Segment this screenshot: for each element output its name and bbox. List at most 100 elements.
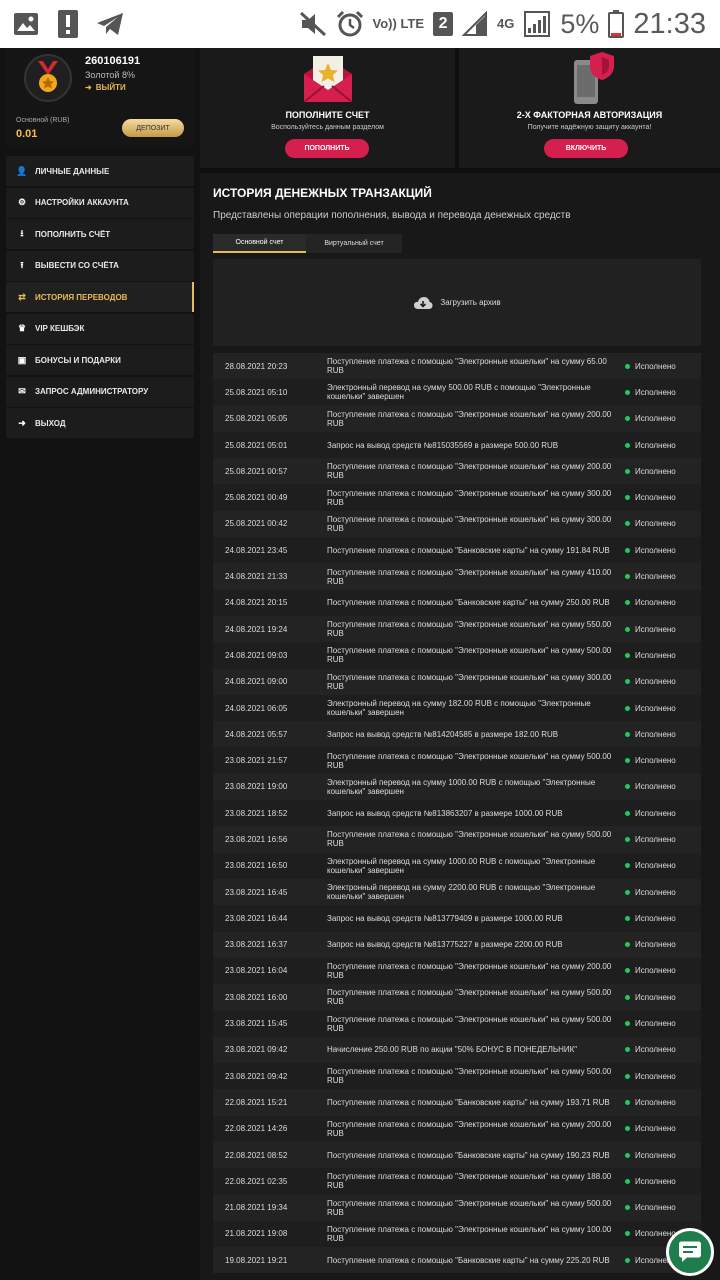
transaction-date: 21.08.2021 19:08 (225, 1229, 288, 1239)
transaction-date: 23.08.2021 16:45 (225, 887, 288, 897)
chat-button[interactable] (666, 1228, 714, 1276)
status-label: Исполнено (635, 834, 676, 844)
transaction-description: Поступление платежа с помощью "Банковски… (327, 1255, 610, 1265)
gears-icon: ⚙ (17, 197, 27, 207)
transaction-description: Запрос на вывод средств №813863207 в раз… (327, 808, 563, 818)
transaction-date: 25.08.2021 05:10 (225, 387, 288, 397)
status-dot-icon (625, 705, 630, 711)
status-label: Исполнено (635, 650, 676, 660)
alarm-icon (336, 10, 363, 37)
status-dot-icon (625, 1099, 630, 1105)
transaction-date: 25.08.2021 00:57 (225, 466, 288, 476)
transaction-status: Исполнено (625, 704, 701, 713)
account-balance: 0.01 (16, 128, 38, 140)
transaction-status: Исполнено (625, 809, 701, 818)
transaction-description: Поступление платежа с помощью "Электронн… (327, 1198, 612, 1217)
sidebar-item-exit[interactable]: ➜ ВЫХОД (6, 408, 194, 438)
table-row: 25.08.2021 00:49 Поступление платежа с по… (213, 484, 701, 511)
envelope-star-icon (302, 56, 353, 103)
sidebar-item-account-settings[interactable]: ⚙ НАСТРОЙКИ АККАУНТА (6, 187, 194, 218)
status-label: Исполнено (635, 1045, 676, 1055)
page-subtitle: Представлены операции пополнения, вывода… (213, 210, 571, 221)
status-label: Исполнено (635, 414, 676, 424)
transaction-date: 22.08.2021 14:26 (225, 1124, 288, 1134)
status-dot-icon (625, 600, 630, 606)
chat-icon (679, 1241, 701, 1262)
table-row: 23.08.2021 16:04 Поступление платежа с по… (213, 957, 701, 985)
status-label: Исполнено (635, 729, 676, 739)
transaction-date: 22.08.2021 02:35 (225, 1176, 288, 1186)
transaction-status: Исполнено (625, 362, 701, 371)
transaction-description: Поступление платежа с помощью "Банковски… (327, 1097, 610, 1107)
transaction-description: Поступление платежа с помощью "Электронн… (327, 462, 612, 481)
load-archive-button[interactable]: Загрузить архив (213, 259, 701, 346)
top-up-button[interactable]: ПОПОЛНИТЬ (285, 139, 369, 158)
status-label: Исполнено (635, 519, 676, 529)
transaction-date: 23.08.2021 16:00 (225, 992, 288, 1002)
transaction-description: Поступление платежа с помощью "Банковски… (327, 545, 610, 555)
transaction-description: Поступление платежа с помощью "Электронн… (327, 672, 612, 691)
signal-icon-2 (524, 11, 551, 37)
table-row: 24.08.2021 09:00 Поступление платежа с по… (213, 668, 701, 695)
table-row: 25.08.2021 05:05 Поступление платежа с по… (213, 405, 701, 432)
transaction-date: 25.08.2021 05:05 (225, 414, 288, 424)
transaction-table: 28.08.2021 20:23 Поступление платежа с по… (213, 353, 701, 1274)
transaction-description: Поступление платежа с помощью "Банковски… (327, 598, 610, 608)
logout-label: ВЫЙТИ (95, 83, 126, 92)
transaction-date: 24.08.2021 20:15 (225, 598, 288, 608)
transaction-description: Начисление 250.00 RUB по акции "50% БОНУ… (327, 1045, 578, 1055)
promo-title: 2-Х ФАКТОРНАЯ АВТОРИЗАЦИЯ (516, 110, 663, 120)
transaction-status: Исполнено (625, 1045, 701, 1054)
status-dot-icon (625, 836, 630, 842)
table-row: 23.08.2021 16:00 Поступление платежа с по… (213, 984, 701, 1011)
sidebar-item-bonuses[interactable]: ▣ БОНУСЫ И ПОДАРКИ (6, 345, 194, 375)
status-label: Исполнено (635, 782, 676, 792)
sidebar-item-withdraw[interactable]: ⭱ ВЫВЕСТИ СО СЧЁТА (6, 250, 194, 281)
status-label: Исполнено (635, 440, 676, 450)
sidebar-item-personal-data[interactable]: 👤 ЛИЧНЫЕ ДАННЫЕ (6, 156, 194, 186)
status-label: Исполнено (635, 624, 676, 634)
status-label: Исполнено (635, 1071, 676, 1081)
table-row: 21.08.2021 19:34 Поступление платежа с по… (213, 1194, 701, 1221)
transaction-status: Исполнено (625, 1177, 701, 1186)
transaction-description: Электронный перевод на сумму 182.00 RUB … (327, 699, 591, 717)
status-dot-icon (625, 416, 630, 422)
user-id: 260106191 (85, 55, 141, 67)
enable-2fa-button[interactable]: ВКЛЮЧИТЬ (544, 139, 628, 158)
status-label: Исполнено (635, 703, 676, 713)
table-row: 23.08.2021 09:42 Начисление 250.00 RUB по… (213, 1036, 701, 1064)
tab-virtual-account[interactable]: Виртуальный счет (306, 234, 402, 253)
sidebar-item-vip-cashback[interactable]: ♛ VIP КЕШБЭК (6, 313, 194, 344)
transaction-description: Поступление платежа с помощью "Электронн… (327, 751, 612, 770)
promo-subtitle: Воспользуйтесь данным разделом (271, 124, 384, 131)
transaction-date: 22.08.2021 08:52 (225, 1150, 288, 1160)
transaction-status: Исполнено (625, 1019, 701, 1028)
tab-main-account[interactable]: Основной счет (213, 234, 306, 253)
deposit-button[interactable]: ДЕПОЗИТ (122, 119, 184, 137)
logout-link[interactable]: ➜ ВЫЙТИ (85, 83, 126, 92)
transaction-date: 23.08.2021 19:00 (225, 782, 288, 792)
status-label: Исполнено (635, 545, 676, 555)
table-row: 23.08.2021 15:45 Поступление платежа с по… (213, 1010, 701, 1037)
table-row: 23.08.2021 18:52 Запрос на вывод средств … (213, 800, 701, 827)
status-dot-icon (625, 652, 630, 658)
sim-indicator: 2 (433, 12, 454, 36)
promo-2fa: 2-Х ФАКТОРНАЯ АВТОРИЗАЦИЯ Получите надёж… (459, 48, 720, 168)
transaction-date: 23.08.2021 16:56 (225, 834, 288, 844)
table-row: 22.08.2021 08:52 Поступление платежа с по… (213, 1141, 701, 1169)
envelope-icon: ✉ (18, 386, 26, 396)
page-title: ИСТОРИЯ ДЕНЕЖНЫХ ТРАНЗАКЦИЙ (213, 186, 432, 200)
status-label: Исполнено (635, 756, 676, 766)
transaction-status: Исполнено (625, 598, 701, 607)
status-dot-icon (625, 863, 630, 869)
table-row: 23.08.2021 19:00 Электронный перевод на с… (213, 773, 701, 801)
sidebar-item-deposit[interactable]: ⭳ ПОПОЛНИТЬ СЧЁТ (6, 219, 194, 249)
transaction-description: Поступление платежа с помощью "Электронн… (327, 567, 612, 586)
transaction-date: 25.08.2021 00:42 (225, 519, 288, 529)
table-row: 22.08.2021 15:21 Поступление платежа с по… (213, 1089, 701, 1116)
sidebar-item-admin-request[interactable]: ✉ ЗАПРОС АДМИНИСТРАТОРУ (6, 376, 194, 407)
table-row: 23.08.2021 16:56 Поступление платежа с по… (213, 826, 701, 853)
status-dot-icon (625, 915, 630, 921)
sidebar-item-transfer-history[interactable]: ⇄ ИСТОРИЯ ПЕРЕВОДОВ (6, 282, 194, 312)
transaction-status: Исполнено (625, 993, 701, 1002)
